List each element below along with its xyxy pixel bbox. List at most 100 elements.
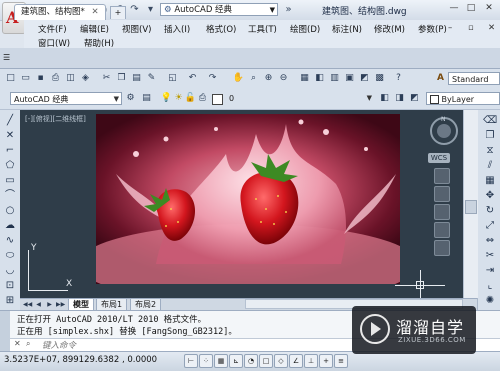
tab-drawing[interactable]: 建筑图、结构图* ✕: [14, 4, 106, 20]
menu-close-icon[interactable]: ✕: [488, 23, 495, 33]
menu-format[interactable]: 格式(O): [206, 23, 236, 35]
menu-dimension[interactable]: 标注(N): [332, 23, 362, 35]
sheet-set-icon[interactable]: ▣: [343, 72, 356, 85]
pan-icon[interactable]: ✋: [232, 72, 245, 85]
scale-icon[interactable]: ⤢: [483, 219, 497, 232]
object-snap-tracking-icon[interactable]: ∠: [289, 354, 303, 368]
publish-icon[interactable]: ◈: [79, 72, 92, 85]
next-layout-icon[interactable]: ▶: [45, 300, 54, 309]
polar-tracking-icon[interactable]: ◔: [244, 354, 258, 368]
rectangle-icon[interactable]: ▭: [3, 174, 17, 187]
offset-icon[interactable]: ⫽: [483, 159, 497, 172]
menu-view[interactable]: 视图(V): [122, 23, 151, 35]
close-button[interactable]: ✕: [481, 2, 497, 15]
polygon-icon[interactable]: ⬠: [3, 159, 17, 172]
zoom-nav-icon[interactable]: [434, 204, 450, 220]
paste-icon[interactable]: ▤: [130, 72, 143, 85]
calculator-icon[interactable]: ▩: [373, 72, 386, 85]
redo-icon[interactable]: ↷: [128, 3, 141, 16]
menu-edit[interactable]: 编辑(E): [80, 23, 109, 35]
zoom-window-icon[interactable]: ⊕: [262, 72, 275, 85]
markup-icon[interactable]: ◩: [358, 72, 371, 85]
expand-toolbar-icon[interactable]: »: [282, 3, 295, 16]
navigation-wheel-icon[interactable]: [434, 168, 450, 184]
copy-object-icon[interactable]: ❐: [483, 129, 497, 142]
layer-states-icon[interactable]: ◩: [408, 92, 421, 105]
help-icon[interactable]: ?: [392, 72, 405, 85]
save-icon[interactable]: ▪: [34, 72, 47, 85]
match-properties-icon[interactable]: ✎: [145, 72, 158, 85]
new-tab-button[interactable]: +: [110, 6, 126, 19]
layer-select[interactable]: 0 ▼: [226, 92, 374, 105]
construction-line-icon[interactable]: ✕: [3, 129, 17, 142]
redo-icon[interactable]: ↷: [206, 72, 219, 85]
vertical-scroll-thumb[interactable]: [465, 200, 477, 214]
preview-icon[interactable]: ◫: [64, 72, 77, 85]
viewcube-face[interactable]: [437, 124, 451, 138]
block-editor-icon[interactable]: ◱: [166, 72, 179, 85]
command-search-icon[interactable]: ⌕: [26, 339, 30, 349]
layer-previous-icon[interactable]: ◨: [393, 92, 406, 105]
menu-file[interactable]: 文件(F): [38, 23, 67, 35]
grid-display-icon[interactable]: ▦: [214, 354, 228, 368]
make-current-layer-icon[interactable]: ◧: [378, 92, 391, 105]
stretch-icon[interactable]: ⇔: [483, 234, 497, 247]
rotate-icon[interactable]: ↻: [483, 204, 497, 217]
menu-parametric[interactable]: 参数(P): [418, 23, 447, 35]
layer-manager-icon[interactable]: ▤: [140, 92, 153, 105]
minimize-button[interactable]: —: [446, 2, 462, 15]
last-layout-icon[interactable]: ▶▶: [56, 300, 65, 309]
maximize-button[interactable]: □: [463, 2, 479, 15]
infer-constraints-icon[interactable]: ⊢: [184, 354, 198, 368]
tool-palettes-icon[interactable]: ▥: [328, 72, 341, 85]
arc-icon[interactable]: ⌒: [3, 189, 17, 202]
copy-icon[interactable]: ❐: [115, 72, 128, 85]
polyline-icon[interactable]: ⌐: [3, 144, 17, 157]
menu-tools[interactable]: 工具(T): [248, 23, 277, 35]
text-style-icon[interactable]: A: [434, 72, 447, 85]
cut-icon[interactable]: ✂: [100, 72, 113, 85]
dynamic-ucs-icon[interactable]: ⊥: [304, 354, 318, 368]
ortho-mode-icon[interactable]: ⊾: [229, 354, 243, 368]
text-style-select[interactable]: Standard: [448, 72, 500, 85]
workspace-select[interactable]: AutoCAD 经典 ▼: [10, 92, 122, 105]
fillet-icon[interactable]: ⌞: [483, 279, 497, 292]
trim-icon[interactable]: ✂: [483, 249, 497, 262]
strawberry-milk-splash-image[interactable]: [96, 114, 400, 284]
new-file-icon[interactable]: □: [4, 72, 17, 85]
3d-object-snap-icon[interactable]: ◇: [274, 354, 288, 368]
ellipse-icon[interactable]: ⬭: [3, 249, 17, 262]
quick-access-dropdown-icon[interactable]: ▾: [144, 3, 157, 16]
spline-icon[interactable]: ∿: [3, 234, 17, 247]
revision-cloud-icon[interactable]: ☁: [3, 219, 17, 232]
workspace-settings-icon[interactable]: ⚙: [124, 92, 137, 105]
layer-plot-icon[interactable]: ⎙: [196, 92, 209, 105]
close-command-icon[interactable]: ✕: [14, 339, 21, 348]
make-block-icon[interactable]: ⊞: [3, 294, 17, 307]
command-window-handle[interactable]: [0, 311, 10, 351]
properties-icon[interactable]: ▦: [298, 72, 311, 85]
cursor-coordinates[interactable]: 3.5237E+07, 899129.6382 , 0.0000: [4, 355, 157, 365]
snap-mode-icon[interactable]: ⁘: [199, 354, 213, 368]
menu-restore-icon[interactable]: ▫: [468, 23, 474, 33]
menu-insert[interactable]: 插入(I): [164, 23, 190, 35]
open-folder-icon[interactable]: ▭: [19, 72, 32, 85]
first-layout-icon[interactable]: ◀◀: [23, 300, 32, 309]
zoom-realtime-icon[interactable]: ⌕: [247, 72, 260, 85]
insert-block-icon[interactable]: ⊡: [3, 279, 17, 292]
ellipse-arc-icon[interactable]: ◡: [3, 264, 17, 277]
prev-layout-icon[interactable]: ◀: [34, 300, 43, 309]
menu-minimize-icon[interactable]: –: [448, 23, 452, 33]
orbit-nav-icon[interactable]: [434, 222, 450, 238]
erase-icon[interactable]: ⌫: [483, 114, 497, 127]
pan-nav-icon[interactable]: [434, 186, 450, 202]
workspace-switcher[interactable]: ⚙ AutoCAD 经典 ▼: [160, 3, 278, 16]
array-icon[interactable]: ▦: [483, 174, 497, 187]
circle-icon[interactable]: ○: [3, 204, 17, 217]
object-snap-icon[interactable]: □: [259, 354, 273, 368]
dynamic-input-icon[interactable]: +: [319, 354, 333, 368]
menu-draw[interactable]: 绘图(D): [290, 23, 320, 35]
color-select[interactable]: ByLayer: [426, 92, 500, 105]
wcs-menu[interactable]: WCS: [428, 153, 450, 163]
extend-icon[interactable]: ⇥: [483, 264, 497, 277]
